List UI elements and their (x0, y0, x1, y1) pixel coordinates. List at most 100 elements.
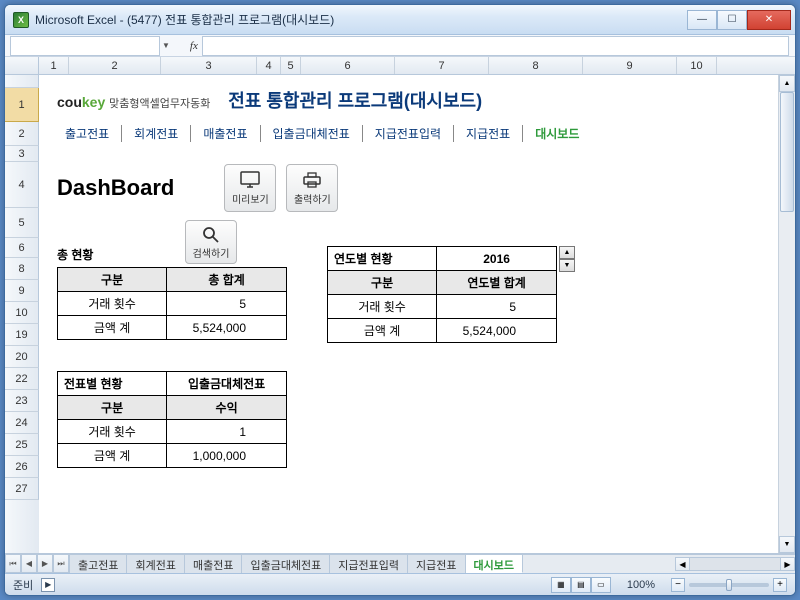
scroll-down-button[interactable]: ▼ (779, 536, 795, 553)
brand-row: coukey 맞춤형액셀업무자동화 전표 통합관리 프로그램(대시보드) (57, 87, 785, 113)
preview-button[interactable]: 미리보기 (224, 164, 276, 212)
column-header[interactable]: 10 (677, 57, 717, 74)
macro-icon[interactable]: ▶ (41, 578, 55, 592)
total-section-title: 총 현황 (57, 246, 287, 263)
row-header[interactable]: 2 (5, 122, 39, 146)
name-box-dropdown-icon[interactable]: ▼ (162, 41, 170, 50)
spin-up-button[interactable]: ▲ (559, 246, 575, 259)
row-header[interactable]: 27 (5, 478, 39, 500)
row-header[interactable]: 8 (5, 258, 39, 280)
table-row: 거래 횟수1 (58, 420, 287, 444)
sheet-tab[interactable]: 매출전표 (185, 554, 242, 573)
table-row: 거래 횟수5 (328, 295, 557, 319)
vertical-scrollbar[interactable]: ▲ ▼ (778, 75, 795, 553)
name-box[interactable] (10, 36, 160, 56)
column-header[interactable]: 8 (489, 57, 583, 74)
maximize-button[interactable]: ☐ (717, 10, 747, 30)
page-break-view-button[interactable]: ▭ (591, 577, 611, 593)
tab-nav-last[interactable]: ⏭ (53, 554, 69, 573)
row-header[interactable]: 6 (5, 238, 39, 258)
zoom-thumb[interactable] (726, 579, 732, 591)
column-header[interactable]: 4 (257, 57, 281, 74)
row-header[interactable] (5, 75, 39, 88)
app-window: X Microsoft Excel - (5477) 전표 통합관리 프로그램(… (4, 4, 796, 596)
row-header[interactable]: 22 (5, 368, 39, 390)
row-header[interactable]: 25 (5, 434, 39, 456)
table-row: 금액 계1,000,000 (58, 444, 287, 468)
search-icon (200, 225, 222, 243)
row-header[interactable]: 1 (5, 88, 39, 122)
spin-down-button[interactable]: ▼ (559, 259, 575, 272)
select-all-corner[interactable] (5, 57, 39, 74)
zoom-label: 100% (627, 579, 655, 591)
tab-nav-next[interactable]: ▶ (37, 554, 53, 573)
sheet-tab[interactable]: 대시보드 (466, 554, 523, 573)
column-header[interactable]: 6 (301, 57, 395, 74)
zoom-slider[interactable] (689, 583, 769, 587)
row-header[interactable]: 19 (5, 324, 39, 346)
window-buttons: — ☐ ✕ (687, 10, 791, 30)
column-header[interactable]: 3 (161, 57, 257, 74)
horizontal-scrollbar[interactable]: ◀ ▶ (675, 557, 795, 571)
page-title: 전표 통합관리 프로그램(대시보드) (228, 87, 482, 113)
nav-tab[interactable]: 출고전표 (57, 125, 122, 142)
nav-tab[interactable]: 매출전표 (195, 125, 260, 142)
nav-tab[interactable]: 지급전표입력 (367, 125, 454, 142)
nav-tab[interactable]: 회계전표 (126, 125, 191, 142)
fx-label: fx (190, 40, 198, 52)
sheet-tab[interactable]: 회계전표 (127, 554, 184, 573)
excel-icon: X (13, 12, 29, 28)
page-nav-tabs: 출고전표회계전표매출전표 입출금대체전표지급전표입력지급전표대시보드 (57, 125, 785, 142)
year-spinner: ▲ ▼ (559, 246, 575, 272)
normal-view-button[interactable]: ▦ (551, 577, 571, 593)
brand-key: key (82, 94, 105, 110)
column-header[interactable]: 2 (69, 57, 161, 74)
year-value[interactable]: 2016 (437, 247, 557, 271)
minimize-button[interactable]: — (687, 10, 717, 30)
row-header[interactable]: 23 (5, 390, 39, 412)
sheet-tab[interactable]: 지급전표 (408, 554, 465, 573)
column-header[interactable]: 5 (281, 57, 301, 74)
row-header[interactable]: 5 (5, 208, 39, 238)
nav-tab[interactable]: 입출금대체전표 (265, 125, 363, 142)
scroll-up-button[interactable]: ▲ (779, 75, 795, 92)
worksheet-content[interactable]: coukey 맞춤형액셀업무자동화 전표 통합관리 프로그램(대시보드) 출고전… (39, 75, 795, 553)
row-header[interactable]: 9 (5, 280, 39, 302)
sheet-tab[interactable]: 출고전표 (70, 554, 127, 573)
row-header[interactable]: 10 (5, 302, 39, 324)
byslip-table: 전표별 현황 입출금대체전표 구분 수익 거래 횟수1 금액 계1,000,00… (57, 371, 287, 468)
scroll-thumb[interactable] (780, 92, 794, 212)
brand-slogan: 맞춤형액셀업무자동화 (109, 98, 210, 110)
total-table: 구분 총 합계 거래 횟수5 금액 계5,524,000 (57, 267, 287, 340)
column-headers: 12345678910 (5, 57, 795, 75)
row-header[interactable]: 24 (5, 412, 39, 434)
hscroll-left[interactable]: ◀ (676, 558, 690, 570)
print-button[interactable]: 출력하기 (286, 164, 338, 212)
brand-cou: cou (57, 94, 82, 110)
view-switcher: ▦ ▤ ▭ (551, 577, 611, 593)
zoom-out-button[interactable]: − (671, 578, 685, 592)
row-header[interactable]: 26 (5, 456, 39, 478)
column-header[interactable]: 1 (39, 57, 69, 74)
row-header[interactable]: 3 (5, 146, 39, 162)
row-header[interactable]: 20 (5, 346, 39, 368)
printer-icon (301, 171, 323, 189)
close-button[interactable]: ✕ (747, 10, 791, 30)
column-header[interactable]: 7 (395, 57, 489, 74)
nav-tab[interactable]: 대시보드 (527, 125, 587, 142)
nav-tab[interactable]: 지급전표 (458, 125, 523, 142)
spreadsheet-grid: 12345678910 12345689101920222324252627 c… (5, 57, 795, 573)
dashboard-header: DashBoard 미리보기 출력하기 (57, 164, 785, 212)
formula-bar: ▼ fx (5, 35, 795, 57)
zoom-in-button[interactable]: + (773, 578, 787, 592)
table-row: 거래 횟수5 (58, 292, 287, 316)
formula-input[interactable] (202, 36, 789, 56)
row-header[interactable]: 4 (5, 162, 39, 208)
tab-nav-first[interactable]: ⏮ (5, 554, 21, 573)
sheet-tab[interactable]: 지급전표입력 (330, 554, 408, 573)
sheet-tab[interactable]: 입출금대체전표 (242, 554, 330, 573)
hscroll-right[interactable]: ▶ (780, 558, 794, 570)
page-layout-view-button[interactable]: ▤ (571, 577, 591, 593)
tab-nav-prev[interactable]: ◀ (21, 554, 37, 573)
column-header[interactable]: 9 (583, 57, 677, 74)
